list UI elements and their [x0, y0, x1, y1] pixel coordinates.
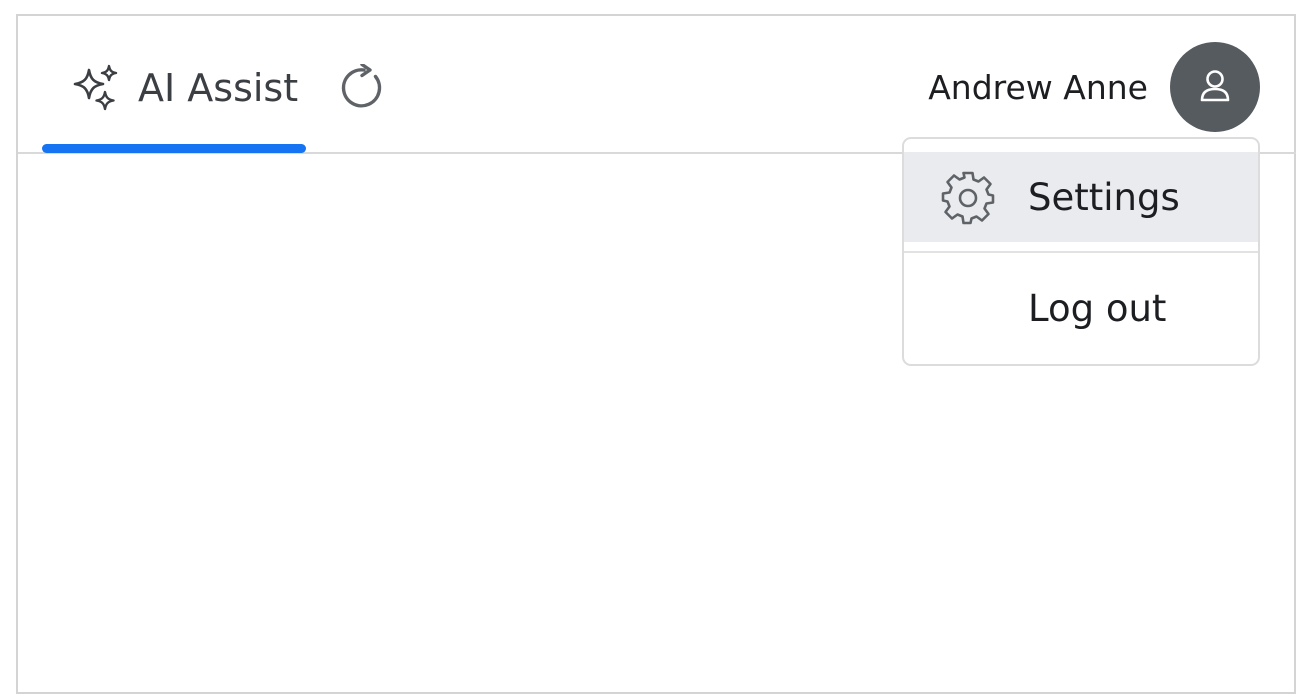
tab-ai-assist[interactable]: AI Assist	[42, 16, 306, 154]
menu-item-label: Log out	[1028, 287, 1167, 330]
user-icon	[1200, 70, 1230, 102]
user-name: Andrew Anne	[928, 68, 1148, 107]
refresh-icon[interactable]	[340, 64, 388, 112]
menu-item-label: Settings	[1028, 176, 1180, 219]
user-dropdown-menu: Settings Log out	[902, 137, 1260, 366]
tab-label: AI Assist	[138, 66, 299, 110]
menu-item-logout[interactable]: Log out	[904, 255, 1258, 355]
active-tab-indicator	[42, 144, 306, 153]
menu-divider	[904, 251, 1258, 253]
top-bar: AI Assist Andrew Anne	[18, 16, 1296, 154]
avatar-button[interactable]	[1170, 42, 1260, 132]
sparkles-icon	[73, 64, 118, 111]
menu-item-settings[interactable]: Settings	[904, 152, 1258, 242]
gear-icon	[941, 171, 995, 225]
